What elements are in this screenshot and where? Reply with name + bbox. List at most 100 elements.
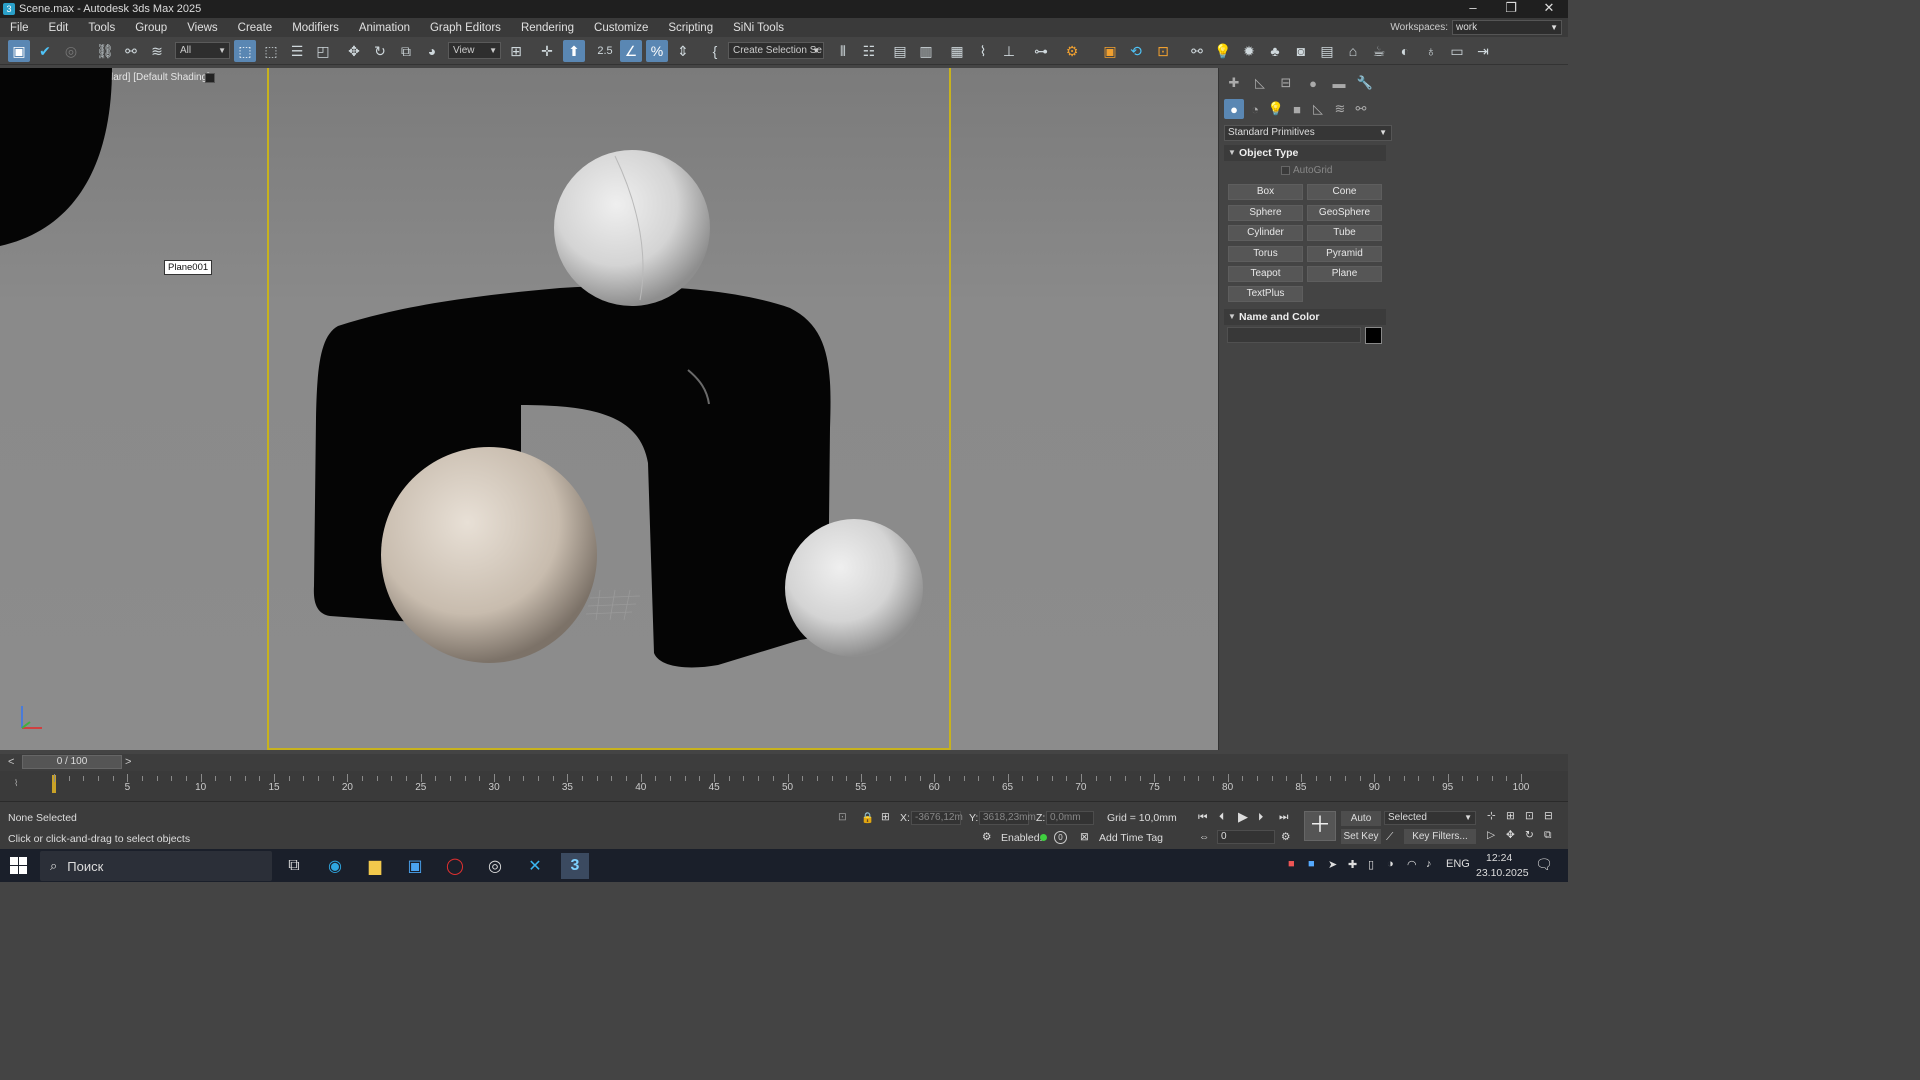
place-icon[interactable]: ◕ bbox=[421, 40, 443, 62]
menu-file[interactable]: File bbox=[0, 22, 39, 34]
telegram-icon[interactable]: ➤ bbox=[1328, 858, 1337, 871]
check-icon[interactable]: ✔ bbox=[34, 40, 56, 62]
panel-icon[interactable]: ▭ bbox=[1446, 40, 1468, 62]
object-category-dropdown[interactable]: Standard Primitives ▼ bbox=[1224, 125, 1392, 141]
volume-icon[interactable]: ♪ bbox=[1426, 858, 1432, 870]
percent-snap-icon[interactable]: % bbox=[646, 40, 668, 62]
adaptive-degradation-icon[interactable]: ⚙ bbox=[982, 831, 991, 843]
orbit-icon[interactable]: ↻ bbox=[1525, 829, 1534, 841]
key-selection-dropdown[interactable]: Selected ▼ bbox=[1384, 811, 1476, 825]
cylinder-button[interactable]: Cylinder bbox=[1228, 225, 1303, 241]
default-in-out-tangent-icon[interactable]: ⟋ bbox=[1386, 831, 1393, 844]
selection-filter-dropdown[interactable]: All ▼ bbox=[175, 42, 230, 59]
y-coordinate-field[interactable]: 3618,23mm bbox=[979, 811, 1036, 825]
go-to-start-icon[interactable]: ⏮ bbox=[1198, 811, 1207, 824]
absolute-mode-icon[interactable]: ⊞ bbox=[881, 811, 890, 823]
schematic-view-icon[interactable]: ⊶ bbox=[1030, 40, 1052, 62]
reference-coordinate-dropdown[interactable]: View ▼ bbox=[448, 42, 501, 59]
menu-scripting[interactable]: Scripting bbox=[658, 22, 723, 34]
object-type-rollout[interactable]: ▼ Object Type bbox=[1224, 145, 1386, 161]
app-icon-x[interactable]: ✕ bbox=[521, 853, 549, 879]
language-indicator[interactable]: ENG bbox=[1446, 858, 1470, 870]
set-keys-button[interactable]: ＋ bbox=[1304, 811, 1336, 841]
pivot-center-icon[interactable]: ⊞ bbox=[505, 40, 527, 62]
window-crossing-icon[interactable]: ◰ bbox=[312, 40, 334, 62]
app-icon-camera[interactable]: ◎ bbox=[481, 853, 509, 879]
render-setup-icon[interactable]: ▣ bbox=[1099, 40, 1121, 62]
shapes-icon[interactable]: ◔ bbox=[1245, 99, 1265, 119]
go-to-end-icon[interactable]: ⏭ bbox=[1279, 811, 1288, 824]
key-filters-button[interactable]: Key Filters... bbox=[1404, 829, 1476, 844]
name-and-color-rollout[interactable]: ▼ Name and Color bbox=[1224, 309, 1386, 325]
motion-tab-icon[interactable]: ● bbox=[1303, 73, 1323, 93]
sun-icon[interactable]: ✹ bbox=[1238, 40, 1260, 62]
zoom-all-icon[interactable]: ⊞ bbox=[1506, 810, 1515, 822]
object-name-input[interactable] bbox=[1227, 327, 1361, 343]
dope-sheet-icon[interactable]: ⊥ bbox=[998, 40, 1020, 62]
rendered-frame-window-icon[interactable]: ⟲ bbox=[1125, 40, 1147, 62]
wifi-icon[interactable]: ◠ bbox=[1407, 858, 1417, 871]
zoom-icon[interactable]: ⊹ bbox=[1487, 810, 1496, 822]
next-frame-icon[interactable]: ⏵ bbox=[1258, 811, 1263, 824]
history-icon[interactable]: ◎ bbox=[60, 40, 82, 62]
object-color-swatch[interactable] bbox=[1365, 327, 1382, 344]
layer-explorer-icon[interactable]: ▥ bbox=[915, 40, 937, 62]
material-editor-icon[interactable]: ⚙ bbox=[1061, 40, 1083, 62]
cone-button[interactable]: Cone bbox=[1307, 184, 1382, 200]
close-icon[interactable]: ✕ bbox=[1530, 0, 1568, 18]
utilities-tab-icon[interactable]: 🔧 bbox=[1355, 73, 1375, 93]
scale-icon[interactable]: ⧉ bbox=[395, 40, 417, 62]
exit-icon[interactable]: ⇥ bbox=[1472, 40, 1494, 62]
hierarchy-tab-icon[interactable]: ⊟ bbox=[1276, 73, 1296, 93]
menu-tools[interactable]: Tools bbox=[78, 22, 125, 34]
time-tag-icon[interactable]: 0 bbox=[1054, 831, 1067, 844]
enabled-indicator[interactable] bbox=[1040, 834, 1047, 841]
menu-animation[interactable]: Animation bbox=[349, 22, 420, 34]
app-icon-blue[interactable]: ▣ bbox=[401, 853, 429, 879]
menu-sini-tools[interactable]: SiNi Tools bbox=[723, 22, 794, 34]
restore-icon[interactable]: ❐ bbox=[1492, 0, 1530, 18]
keyboard-shortcut-override-icon[interactable]: ⬆ bbox=[563, 40, 585, 62]
3ds-max-taskbar-icon[interactable]: 3 bbox=[561, 853, 589, 879]
battery-icon[interactable]: ▯ bbox=[1368, 858, 1374, 871]
proxy-icon[interactable]: ⌂ bbox=[1342, 40, 1364, 62]
menu-views[interactable]: Views bbox=[177, 22, 227, 34]
current-frame-field[interactable]: 0 bbox=[1217, 830, 1275, 844]
menu-create[interactable]: Create bbox=[228, 22, 283, 34]
file-explorer-icon[interactable]: ▆ bbox=[361, 853, 389, 879]
maximize-viewport-icon[interactable]: ⧉ bbox=[1544, 829, 1552, 842]
edge-icon[interactable]: ◉ bbox=[321, 853, 349, 879]
tray-icon-1[interactable]: ■ bbox=[1288, 858, 1295, 870]
select-object-icon[interactable]: ⬚ bbox=[234, 40, 256, 62]
clock-date[interactable]: 23.10.2025 bbox=[1476, 867, 1529, 879]
menu-group[interactable]: Group bbox=[125, 22, 177, 34]
windows-start-icon[interactable] bbox=[10, 857, 27, 874]
tree-icon[interactable]: ♣ bbox=[1264, 40, 1286, 62]
textplus-button[interactable]: TextPlus bbox=[1228, 286, 1303, 302]
taskbar-search[interactable]: ⌕ Поиск bbox=[40, 851, 272, 881]
align-icon[interactable]: ☷ bbox=[858, 40, 880, 62]
helpers-icon[interactable]: ◺ bbox=[1308, 99, 1328, 119]
workspaces-dropdown[interactable]: work ▼ bbox=[1452, 20, 1562, 35]
key-mode-icon[interactable]: ⇔ bbox=[1199, 831, 1210, 843]
tray-icon-2[interactable]: ■ bbox=[1308, 858, 1315, 870]
menu-graph-editors[interactable]: Graph Editors bbox=[420, 22, 511, 34]
mirror-icon[interactable]: ⫴ bbox=[832, 40, 854, 62]
teapot-button[interactable]: Teapot bbox=[1228, 266, 1303, 282]
isolate-icon[interactable]: ⊡ bbox=[838, 811, 847, 823]
field-of-view-icon[interactable]: ▷ bbox=[1487, 829, 1495, 841]
named-selection-sets-dropdown[interactable]: Create Selection Se ▼ bbox=[728, 42, 824, 59]
space-warps-icon[interactable]: ≋ bbox=[1330, 99, 1350, 119]
set-key-button[interactable]: Set Key bbox=[1341, 829, 1381, 844]
menu-edit[interactable]: Edit bbox=[39, 22, 79, 34]
tray-icon-4[interactable]: ◑ bbox=[1387, 858, 1394, 870]
play-icon[interactable]: ▶ bbox=[1238, 809, 1248, 825]
ribbon-toggle-icon[interactable]: ▦ bbox=[946, 40, 968, 62]
torus-button[interactable]: Torus bbox=[1228, 246, 1303, 262]
pyramid-button[interactable]: Pyramid bbox=[1307, 246, 1382, 262]
notifications-icon[interactable]: 🗨 bbox=[1535, 856, 1553, 873]
select-region-icon[interactable]: ⬚ bbox=[260, 40, 282, 62]
angle-snap-icon[interactable]: ∠ bbox=[620, 40, 642, 62]
menu-customize[interactable]: Customize bbox=[584, 22, 658, 34]
time-slider-thumb[interactable]: 0 / 100 bbox=[22, 755, 122, 769]
